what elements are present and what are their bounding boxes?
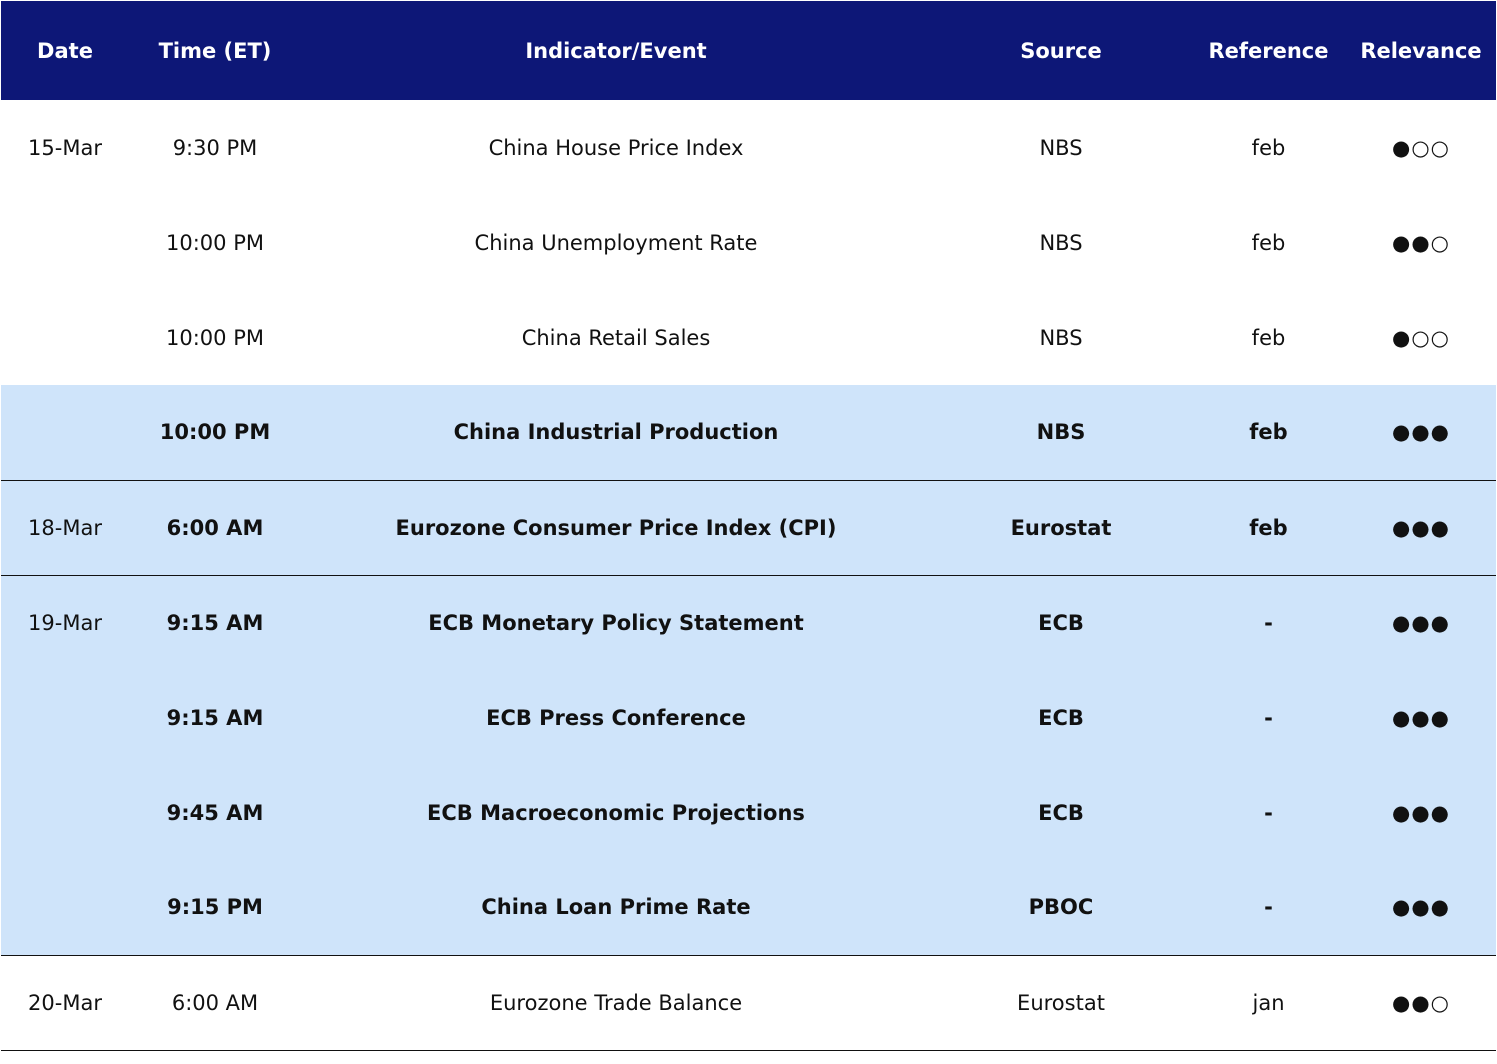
reference-cell: feb: [1191, 479, 1346, 575]
date-cell: [1, 670, 129, 765]
indicator-cell: ECB Macroeconomic Projections: [427, 800, 805, 825]
relevance-cell: ●○○: [1392, 135, 1450, 160]
indicator-cell: Eurozone Trade Balance: [301, 954, 931, 1051]
indicator-cell: ECB Monetary Policy Statement: [301, 574, 931, 670]
source-cell: ECB: [931, 574, 1191, 670]
reference-cell: feb: [1251, 230, 1286, 255]
header-relevance: Relevance: [1360, 38, 1482, 63]
relevance-cell: ●○○: [1392, 325, 1450, 350]
indicator-cell: ECB Press Conference: [486, 705, 746, 730]
date-cell: 18-Mar: [1, 479, 129, 575]
time-cell: 6:00 AM: [129, 479, 301, 575]
reference-cell: feb: [1249, 420, 1288, 445]
reference-cell: -: [1264, 705, 1273, 730]
time-cell: 9:15 PM: [167, 895, 263, 920]
date-cell: [1, 765, 129, 860]
time-cell: 9:45 AM: [166, 800, 264, 825]
reference-cell: feb: [1251, 325, 1286, 350]
date-cell: 20-Mar: [1, 954, 129, 1051]
table-row: 20-Mar 6:00 AM Eurozone Trade Balance Eu…: [1, 954, 1496, 1051]
relevance-cell: ●●●: [1392, 705, 1450, 730]
reference-cell: feb: [1251, 135, 1286, 160]
date-cell: [1, 195, 129, 290]
indicator-cell: China Industrial Production: [453, 420, 779, 445]
time-cell: 10:00 PM: [166, 230, 264, 255]
time-cell: 9:30 PM: [172, 135, 258, 160]
table-header: Date Time (ET) Indicator/Event Source Re…: [1, 1, 1496, 100]
source-cell: PBOC: [1028, 895, 1094, 920]
table-row: 10:00 PM China Retail Sales NBS feb ●○○: [1, 290, 1496, 385]
source-cell: NBS: [1036, 420, 1086, 445]
time-cell: 9:15 AM: [166, 705, 264, 730]
calendar-table: Date Time (ET) Indicator/Event Source Re…: [1, 1, 1496, 1051]
relevance-cell: ●●●: [1346, 479, 1496, 575]
relevance-cell: ●●●: [1392, 420, 1450, 445]
reference-cell: -: [1191, 574, 1346, 670]
table-row: 10:00 PM China Unemployment Rate NBS feb…: [1, 195, 1496, 290]
time-cell: 10:00 PM: [166, 325, 264, 350]
source-cell: NBS: [1039, 325, 1083, 350]
reference-cell: jan: [1191, 954, 1346, 1051]
indicator-cell: China Loan Prime Rate: [481, 895, 751, 920]
time-cell: 10:00 PM: [159, 420, 271, 445]
source-cell: NBS: [1039, 135, 1083, 160]
relevance-cell: ●●●: [1392, 895, 1450, 920]
date-cell: [1, 860, 129, 955]
relevance-cell: ●●○: [1392, 230, 1450, 255]
table-row: 9:15 PM China Loan Prime Rate PBOC - ●●●: [1, 860, 1496, 955]
source-cell: Eurostat: [931, 479, 1191, 575]
indicator-cell: Eurozone Consumer Price Index (CPI): [301, 479, 931, 575]
table-body: 15-Mar 9:30 PM China House Price Index N…: [1, 100, 1496, 1051]
indicator-cell: China House Price Index: [488, 135, 744, 160]
header-time: Time (ET): [158, 38, 272, 63]
time-cell: 6:00 AM: [129, 954, 301, 1051]
table-row: 15-Mar 9:30 PM China House Price Index N…: [1, 100, 1496, 195]
relevance-cell: ●●●: [1346, 574, 1496, 670]
header-date: Date: [37, 38, 93, 63]
reference-cell: -: [1264, 800, 1273, 825]
indicator-cell: China Unemployment Rate: [474, 230, 758, 255]
date-cell: [1, 385, 129, 480]
date-cell: 15-Mar: [28, 135, 102, 160]
economic-calendar: Date Time (ET) Indicator/Event Source Re…: [0, 0, 1497, 1064]
header-reference: Reference: [1208, 38, 1329, 63]
date-cell: [1, 290, 129, 385]
header-row: Date Time (ET) Indicator/Event Source Re…: [1, 1, 1496, 100]
header-indicator: Indicator/Event: [525, 38, 707, 63]
source-cell: NBS: [1039, 230, 1083, 255]
header-source: Source: [1020, 38, 1102, 63]
reference-cell: -: [1264, 895, 1273, 920]
date-cell: 19-Mar: [1, 574, 129, 670]
relevance-cell: ●●○: [1346, 954, 1496, 1051]
indicator-cell: China Retail Sales: [521, 325, 711, 350]
table-row: 19-Mar 9:15 AM ECB Monetary Policy State…: [1, 574, 1496, 670]
source-cell: ECB: [1038, 800, 1084, 825]
table-row: 9:15 AM ECB Press Conference ECB - ●●●: [1, 670, 1496, 765]
relevance-cell: ●●●: [1392, 800, 1450, 825]
table-row: 9:45 AM ECB Macroeconomic Projections EC…: [1, 765, 1496, 860]
source-cell: Eurostat: [931, 954, 1191, 1051]
source-cell: ECB: [1038, 705, 1084, 730]
table-row: 10:00 PM China Industrial Production NBS…: [1, 385, 1496, 480]
time-cell: 9:15 AM: [129, 574, 301, 670]
table-row: 18-Mar 6:00 AM Eurozone Consumer Price I…: [1, 479, 1496, 575]
